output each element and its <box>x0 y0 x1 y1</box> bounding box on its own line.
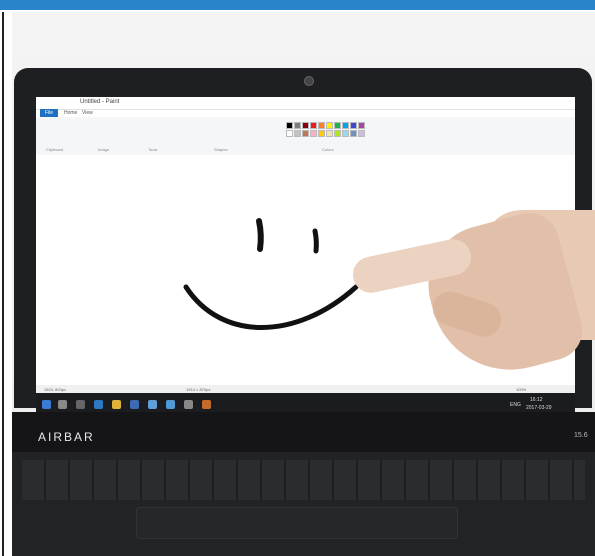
edge-icon[interactable] <box>94 400 103 409</box>
store-icon[interactable] <box>130 400 139 409</box>
color-swatch[interactable] <box>302 130 309 137</box>
canvas-size: 1914 × 870px <box>186 387 211 392</box>
task-view-icon[interactable] <box>76 400 85 409</box>
app-icon[interactable] <box>202 400 211 409</box>
color-swatch[interactable] <box>286 130 293 137</box>
zoom-level: 100% <box>516 387 527 392</box>
color-swatch[interactable] <box>350 122 357 129</box>
photos-icon[interactable] <box>166 400 175 409</box>
color-swatch[interactable] <box>358 122 365 129</box>
group-shapes: Shapes <box>214 147 228 152</box>
color-palette <box>286 122 365 137</box>
search-icon[interactable] <box>58 400 67 409</box>
color-swatch[interactable] <box>342 122 349 129</box>
color-swatch[interactable] <box>334 122 341 129</box>
trackpad <box>136 507 458 539</box>
window-title: Untitled - Paint <box>80 99 120 105</box>
color-swatch[interactable] <box>294 122 301 129</box>
start-icon[interactable] <box>42 400 51 409</box>
color-swatch[interactable] <box>310 122 317 129</box>
color-swatch[interactable] <box>318 130 325 137</box>
group-image: Image <box>98 147 110 152</box>
paint-app-icon[interactable] <box>148 400 157 409</box>
color-swatch[interactable] <box>326 130 333 137</box>
clock-time[interactable]: 16:12 <box>530 397 543 403</box>
ribbon-tabs: File Home View <box>36 109 575 117</box>
color-swatch[interactable] <box>286 122 293 129</box>
group-colors: Colors <box>322 147 334 152</box>
right-eye-stroke <box>312 228 319 254</box>
color-swatch[interactable] <box>318 122 325 129</box>
left-border-line <box>2 12 4 556</box>
left-eye-stroke <box>256 218 264 252</box>
language-indicator[interactable]: ENG <box>510 402 521 408</box>
brand-label: AIRBAR <box>38 430 95 444</box>
top-accent-bar <box>0 0 595 10</box>
status-bar: 1524, 803px 1914 × 870px 100% <box>36 385 575 393</box>
color-swatch[interactable] <box>350 130 357 137</box>
color-swatch[interactable] <box>326 122 333 129</box>
color-swatch[interactable] <box>358 130 365 137</box>
cursor-position: 1524, 803px <box>44 387 67 392</box>
color-swatch[interactable] <box>302 122 309 129</box>
screen-size-label: 15.6 <box>574 432 588 439</box>
settings-icon[interactable] <box>184 400 193 409</box>
laptop-hinge <box>12 412 595 452</box>
color-swatch[interactable] <box>342 130 349 137</box>
keyboard-keys <box>22 460 585 500</box>
tab-file[interactable]: File <box>40 109 58 117</box>
color-swatch[interactable] <box>334 130 341 137</box>
color-swatch[interactable] <box>294 130 301 137</box>
tab-view[interactable]: View <box>82 110 93 116</box>
clock-date[interactable]: 2017-03-29 <box>526 405 552 411</box>
group-tools: Tools <box>148 147 158 152</box>
group-clipboard: Clipboard <box>46 147 64 152</box>
folder-icon[interactable] <box>112 400 121 409</box>
smile-stroke <box>183 284 359 330</box>
laptop-photo: Untitled - Paint File Home View Clipboar… <box>12 12 595 556</box>
tab-home[interactable]: Home <box>64 110 77 116</box>
webcam <box>304 76 314 86</box>
color-swatch[interactable] <box>310 130 317 137</box>
ribbon: Clipboard Image Tools Shapes Colors <box>36 117 575 156</box>
